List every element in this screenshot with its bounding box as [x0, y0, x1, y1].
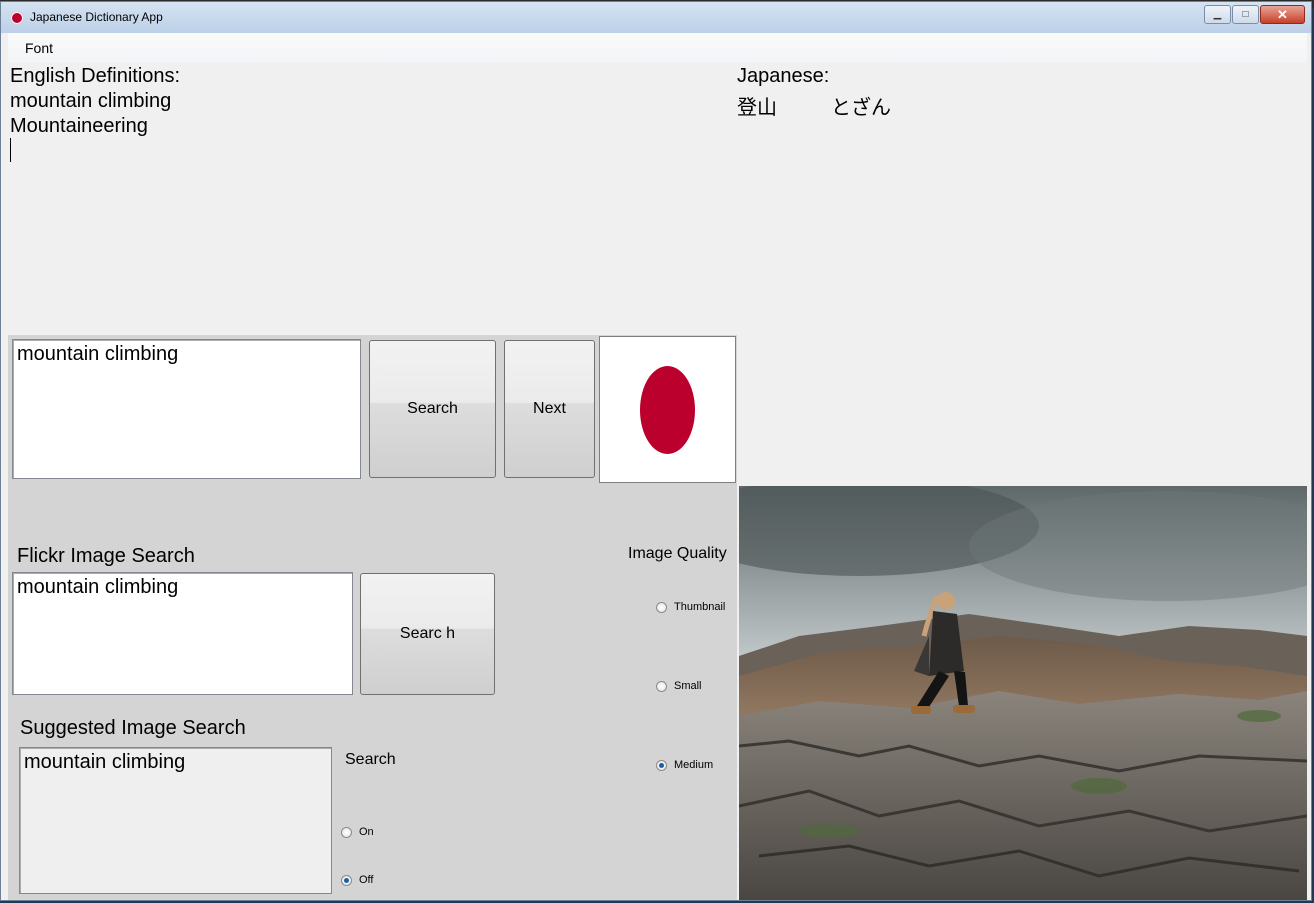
- flag-disc: [640, 366, 695, 454]
- suggested-option-label: Off: [359, 874, 374, 886]
- window-title: Japanese Dictionary App: [30, 10, 163, 24]
- suggested-search-label: Search: [345, 751, 396, 768]
- mountain-photo-graphic: [739, 486, 1307, 900]
- radio-icon[interactable]: [656, 680, 667, 692]
- menu-bar: Font: [8, 33, 1307, 63]
- next-button[interactable]: Next: [504, 340, 595, 478]
- result-photo: [739, 486, 1307, 900]
- caption-buttons: ▁ □ ✕: [1203, 5, 1305, 24]
- quality-option-medium[interactable]: Medium: [656, 759, 713, 771]
- suggested-option-off[interactable]: Off: [341, 874, 373, 886]
- close-icon[interactable]: ✕: [1260, 5, 1305, 24]
- app-flag-icon: [11, 12, 23, 24]
- japanese-header: Japanese:: [737, 65, 830, 87]
- word-search-input[interactable]: mountain climbing: [12, 339, 361, 479]
- quality-option-thumbnail[interactable]: Thumbnail: [656, 601, 725, 613]
- suggested-option-on[interactable]: On: [341, 826, 374, 838]
- definition-line: mountain climbing: [10, 90, 172, 112]
- quality-option-label: Small: [674, 680, 702, 692]
- definition-line: Mountaineering: [10, 115, 148, 137]
- suggested-option-label: On: [359, 826, 374, 838]
- radio-icon[interactable]: [341, 826, 352, 838]
- suggested-header: Suggested Image Search: [20, 717, 246, 739]
- app-window: Japanese Dictionary App ▁ □ ✕ Font Engli…: [0, 1, 1312, 901]
- text-caret: [10, 138, 11, 162]
- search-button[interactable]: Search: [369, 340, 496, 478]
- flickr-search-button[interactable]: Searc h: [360, 573, 495, 695]
- suggested-search-input[interactable]: mountain climbing: [19, 747, 332, 894]
- title-bar[interactable]: Japanese Dictionary App ▁ □ ✕: [1, 2, 1311, 33]
- radio-selected-icon[interactable]: [656, 759, 667, 771]
- radio-icon[interactable]: [656, 601, 667, 613]
- radio-selected-icon[interactable]: [341, 874, 352, 886]
- quality-option-label: Thumbnail: [674, 601, 726, 613]
- flickr-search-input[interactable]: mountain climbing: [12, 572, 353, 695]
- flickr-header: Flickr Image Search: [17, 545, 195, 567]
- client-area: Font English Definitions: mountain climb…: [8, 33, 1307, 900]
- quality-option-small[interactable]: Small: [656, 680, 702, 692]
- flag-image: [599, 336, 736, 483]
- definitions-header: English Definitions:: [10, 65, 181, 87]
- maximize-icon[interactable]: □: [1232, 5, 1259, 24]
- image-quality-header: Image Quality: [628, 545, 727, 562]
- quality-option-label: Medium: [674, 759, 714, 771]
- japanese-kana: とざん: [831, 97, 891, 119]
- japanese-kanji: 登山: [737, 97, 777, 119]
- menu-font[interactable]: Font: [25, 40, 53, 56]
- minimize-icon[interactable]: ▁: [1204, 5, 1231, 24]
- japanese-result: 登山 とざん: [737, 91, 891, 120]
